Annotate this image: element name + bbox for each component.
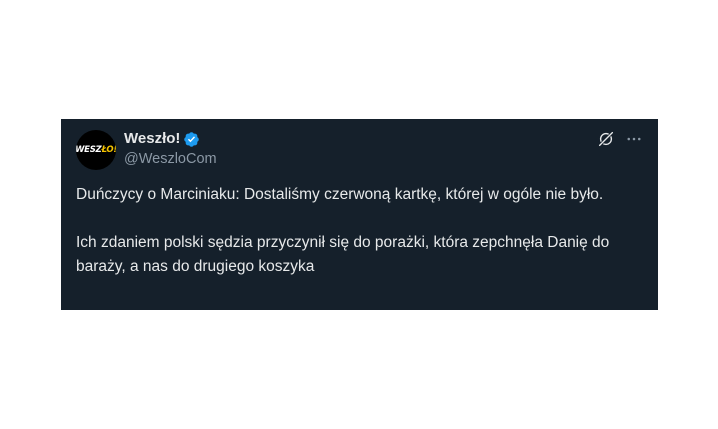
tweet-header: Weszło! @WeszloCom bbox=[124, 130, 217, 169]
user-handle[interactable]: @WeszloCom bbox=[124, 149, 217, 169]
more-icon[interactable] bbox=[625, 130, 643, 148]
avatar-logo-main: WESZ bbox=[76, 145, 102, 155]
tweet-paragraph: Duńczycy o Marciniaku: Dostaliśmy czerwo… bbox=[76, 186, 604, 203]
display-name[interactable]: Weszło! bbox=[124, 130, 180, 148]
verified-badge-icon[interactable] bbox=[183, 131, 200, 148]
avatar-logo-accent: ŁO! bbox=[101, 145, 116, 155]
avatar[interactable]: WESZŁO! bbox=[76, 130, 116, 170]
tweet-card[interactable]: WESZŁO! Weszło! @WeszloCom Duńczycy o Ma… bbox=[61, 119, 658, 310]
top-actions bbox=[597, 130, 643, 148]
grok-icon[interactable] bbox=[597, 130, 615, 148]
tweet-text: Duńczycy o Marciniaku: Dostaliśmy czerwo… bbox=[76, 183, 631, 279]
name-row: Weszło! bbox=[124, 130, 217, 148]
avatar-logo: WESZŁO! bbox=[76, 145, 116, 155]
tweet-paragraph: Ich zdaniem polski sędzia przyczynił się… bbox=[76, 234, 610, 275]
